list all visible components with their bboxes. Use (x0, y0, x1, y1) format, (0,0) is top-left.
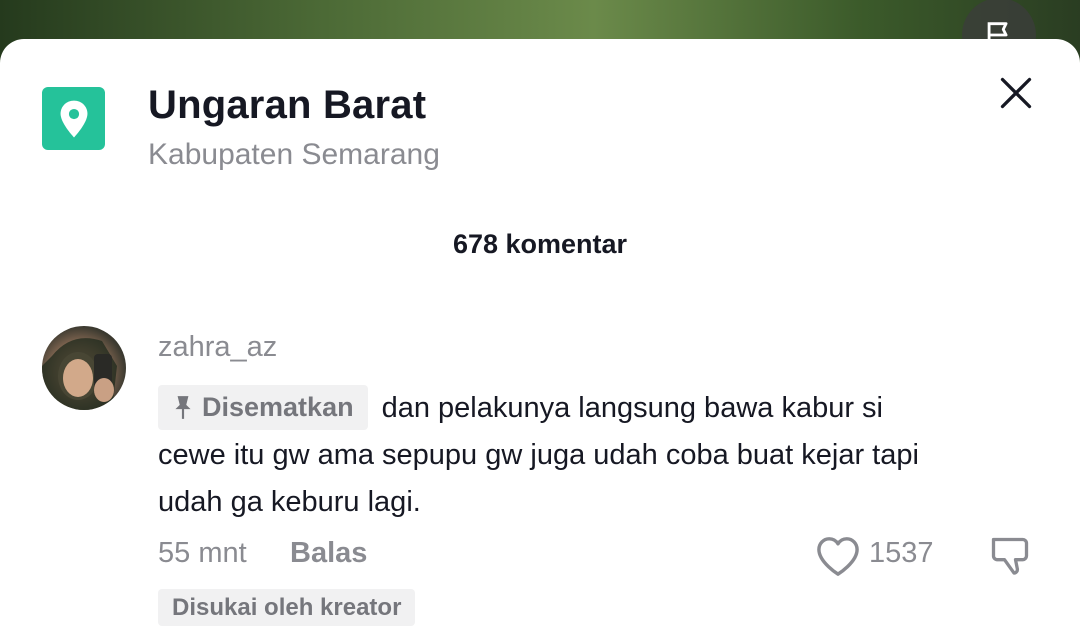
pinned-badge: Disematkan (158, 384, 368, 430)
location-pin-icon[interactable] (42, 87, 105, 150)
comment-count: 678 komentar (452, 229, 628, 259)
close-button[interactable] (992, 69, 1040, 117)
comment-time: 55 mnt (158, 537, 247, 569)
avatar[interactable] (42, 326, 126, 410)
like-button[interactable] (814, 532, 862, 580)
pinned-label: Disematkan (202, 391, 354, 422)
comment-username[interactable]: zahra_az (158, 331, 277, 364)
close-icon (1000, 77, 1032, 109)
pin-icon (175, 396, 191, 420)
like-count: 1537 (869, 537, 934, 569)
dislike-button[interactable] (986, 532, 1034, 580)
comment-text-block: Disematkan dan pelakunya langsung bawa k… (158, 384, 958, 526)
creator-liked-badge: Disukai oleh kreator (158, 589, 416, 626)
heart-icon (817, 537, 859, 576)
location-title[interactable]: Ungaran Barat (148, 83, 426, 128)
reply-button[interactable]: Balas (290, 537, 367, 570)
location-subtitle: Kabupaten Semarang (148, 138, 440, 171)
comments-sheet: Ungaran Barat Kabupaten Semarang 678 kom… (0, 39, 1080, 637)
thumbs-down-icon (991, 537, 1029, 575)
